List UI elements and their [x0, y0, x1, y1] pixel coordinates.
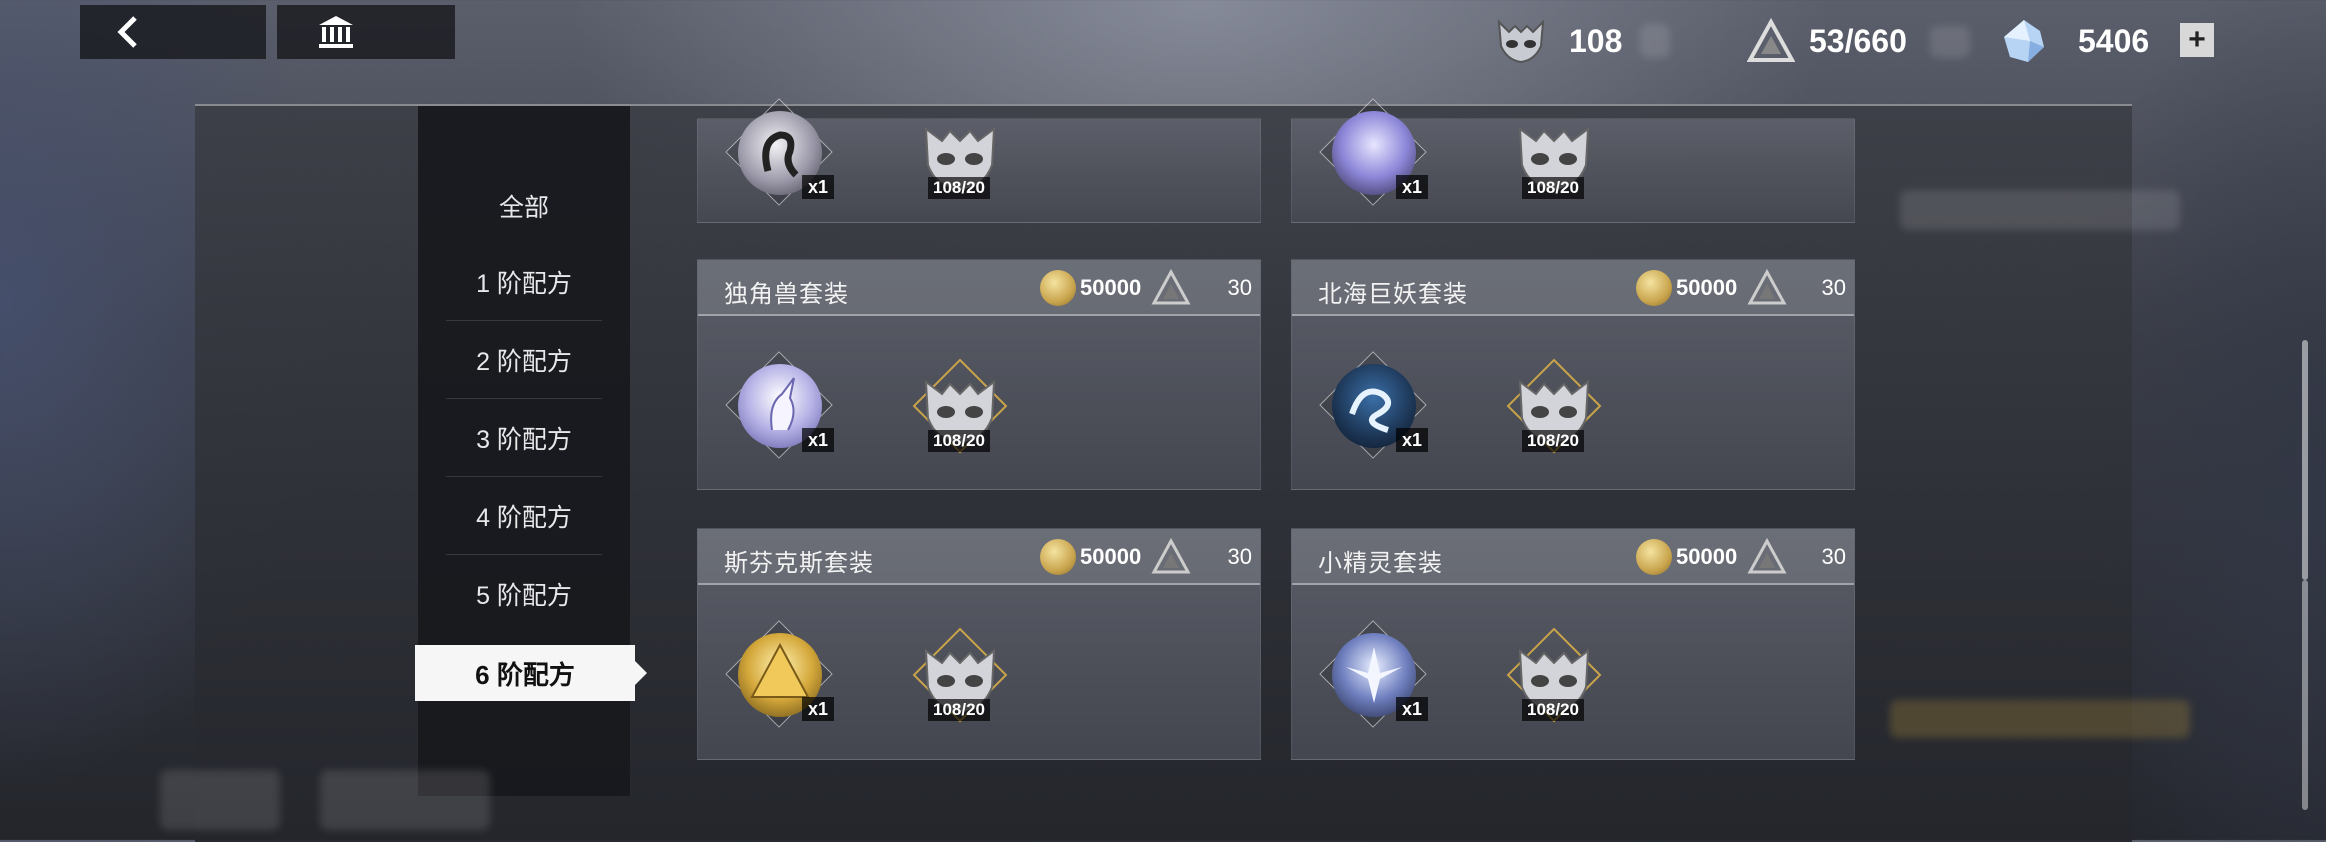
item-icon[interactable]: x1: [725, 620, 834, 728]
mask-resource: 108: [1495, 14, 1622, 68]
recipe-card[interactable]: x1 108/20: [1291, 98, 1855, 223]
coin-cost: 50000: [1080, 275, 1142, 300]
item-icon[interactable]: x1: [1319, 620, 1428, 728]
mask-material-icon: 108/20: [1502, 623, 1606, 727]
coin-cost: 50000: [1676, 544, 1738, 569]
bank-button[interactable]: [277, 5, 455, 59]
sidebar-item-all[interactable]: 全部: [446, 168, 602, 244]
card-header: 北海巨妖套装 50000 30: [1292, 260, 1854, 316]
triangle-icon: [1747, 18, 1795, 62]
card-title: 小精灵套装: [1318, 550, 1443, 577]
coin-icon: [1040, 270, 1076, 306]
card-header: 独角兽套装 50000 30: [698, 260, 1260, 316]
background-blur: [320, 770, 490, 830]
item-icon[interactable]: x1: [725, 351, 834, 459]
mask-count: 108/20: [1522, 430, 1584, 452]
card-title: 独角兽套装: [724, 281, 849, 308]
triangle-icon: [1151, 537, 1191, 574]
bank-icon: [319, 16, 353, 48]
item-quantity: x1: [801, 697, 834, 721]
mask-material-icon: 108/20: [908, 101, 1012, 205]
mask-value: 108: [1569, 22, 1623, 59]
recipe-card-fairy[interactable]: 小精灵套装 50000 30 x1 108/20: [1291, 528, 1855, 760]
mask-count: 108/20: [928, 699, 990, 721]
mask-count: 108/20: [1522, 699, 1584, 721]
mask-count: 108/20: [1522, 177, 1584, 199]
item-quantity: x1: [1395, 697, 1428, 721]
crystal-icon: [2004, 20, 2044, 62]
background-blur: [1890, 700, 2190, 738]
scrollbar[interactable]: [2302, 340, 2308, 580]
background-blur: [160, 770, 280, 830]
card-title: 斯芬克斯套装: [724, 550, 874, 577]
triangle-icon: [1747, 268, 1787, 305]
mask-count: 108/20: [928, 177, 990, 199]
item-quantity: x1: [801, 175, 834, 199]
triangle-icon: [1747, 537, 1787, 574]
item-icon[interactable]: x1: [1319, 98, 1428, 206]
crystal-resource: 5406: [2000, 14, 2149, 68]
sidebar-item-tier-5[interactable]: 5 阶配方: [446, 556, 602, 632]
chevron-left-icon: [117, 16, 137, 48]
coin-icon: [1636, 539, 1672, 575]
triangle-resource: 53/660: [1747, 14, 1907, 68]
sidebar-item-tier-4[interactable]: 4 阶配方: [446, 478, 602, 555]
recipe-card-sphinx[interactable]: 斯芬克斯套装 50000 30 x1 108/20: [697, 528, 1261, 760]
sidebar-item-tier-1[interactable]: 1 阶配方: [446, 244, 602, 321]
card-header: 斯芬克斯套装 50000 30: [698, 529, 1260, 585]
triangle-cost: 30: [1821, 544, 1846, 569]
coin-cost: 50000: [1080, 544, 1142, 569]
item-quantity: x1: [1395, 175, 1428, 199]
triangle-icon: [1151, 268, 1191, 305]
scrollbar[interactable]: [2302, 580, 2308, 810]
sidebar-item-tier-6[interactable]: 6 阶配方: [415, 645, 647, 701]
add-crystal-button[interactable]: +: [2180, 23, 2214, 57]
recipe-card-kraken[interactable]: 北海巨妖套装 50000 30 x1 108/20: [1291, 259, 1855, 490]
mask-material-icon: 108/20: [1502, 101, 1606, 205]
item-icon[interactable]: x1: [725, 98, 834, 206]
coin-icon: [1636, 270, 1672, 306]
plus-icon: +: [2188, 23, 2206, 56]
item-quantity: x1: [1395, 428, 1428, 452]
card-title: 北海巨妖套装: [1318, 281, 1468, 308]
recipe-card-unicorn[interactable]: 独角兽套装 50000 30 x1 108/20: [697, 259, 1261, 490]
item-quantity: x1: [801, 428, 834, 452]
coin-icon: [1040, 539, 1076, 575]
triangle-value: 53/660: [1809, 22, 1907, 59]
mask-icon: [1497, 19, 1545, 64]
recipe-card[interactable]: x1 108/20: [697, 98, 1261, 223]
crystal-value: 5406: [2078, 22, 2150, 59]
sidebar-item-tier-2[interactable]: 2 阶配方: [446, 322, 602, 399]
mask-material-icon: 108/20: [908, 354, 1012, 458]
mask-count: 108/20: [928, 430, 990, 452]
card-header: 小精灵套装 50000 30: [1292, 529, 1854, 585]
coin-cost: 50000: [1676, 275, 1738, 300]
triangle-cost: 30: [1227, 275, 1252, 300]
background-blur: [1900, 190, 2180, 230]
triangle-cost: 30: [1821, 275, 1846, 300]
sidebar-item-tier-3[interactable]: 3 阶配方: [446, 400, 602, 477]
back-button[interactable]: [80, 5, 266, 59]
item-icon[interactable]: x1: [1319, 351, 1428, 459]
mask-material-icon: 108/20: [1502, 354, 1606, 458]
mask-material-icon: 108/20: [908, 623, 1012, 727]
triangle-cost: 30: [1227, 544, 1252, 569]
